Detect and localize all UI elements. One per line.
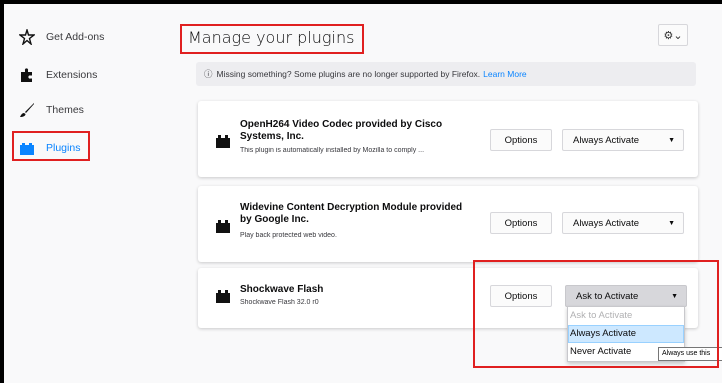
plugin-brick-icon bbox=[216, 135, 230, 148]
sidebar-item-extensions[interactable]: Extensions bbox=[18, 62, 97, 88]
sidebar-item-label: Extensions bbox=[46, 69, 98, 81]
activation-dropdown[interactable]: Always Activate ▼ bbox=[562, 212, 684, 234]
menu-item-ask-to-activate: Ask to Activate bbox=[570, 310, 633, 321]
sidebar-item-label: Plugins bbox=[46, 142, 81, 154]
sidebar-item-get-addons[interactable]: Get Add-ons bbox=[18, 24, 104, 50]
plugin-brick-icon bbox=[18, 139, 36, 157]
plugin-description: Shockwave Flash 32.0 r0 bbox=[240, 299, 319, 306]
activation-dropdown[interactable]: Always Activate ▼ bbox=[562, 129, 684, 151]
plugin-description: This plugin is automatically installed b… bbox=[240, 147, 425, 154]
tools-menu-button[interactable]: ⚙⌄ bbox=[658, 24, 688, 46]
plugin-name: Shockwave Flash bbox=[240, 284, 324, 295]
brush-icon bbox=[18, 101, 36, 119]
notice-text: Missing something? Some plugins are no l… bbox=[216, 69, 481, 79]
sidebar-item-label: Get Add-ons bbox=[46, 31, 105, 43]
dropdown-label: Ask to Activate bbox=[576, 290, 639, 302]
chevron-down-icon: ▼ bbox=[668, 137, 675, 144]
chevron-down-icon: ▼ bbox=[671, 293, 678, 300]
activation-dropdown[interactable]: Ask to Activate ▼ bbox=[565, 285, 687, 307]
dropdown-label: Always Activate bbox=[573, 134, 639, 146]
options-button[interactable]: Options bbox=[490, 212, 552, 234]
plugin-description: Play back protected web video. bbox=[240, 232, 337, 239]
options-button[interactable]: Options bbox=[490, 129, 552, 151]
options-button[interactable]: Options bbox=[490, 285, 552, 307]
plugin-card-widevine: Widevine Content Decryption Module provi… bbox=[198, 186, 698, 262]
sidebar: Get Add-ons Extensions Themes Plugins bbox=[4, 4, 168, 383]
dropdown-label: Always Activate bbox=[573, 217, 639, 229]
plugin-name: OpenH264 Video Codec provided by Cisco S… bbox=[240, 119, 443, 142]
page-title: Manage your plugins bbox=[188, 28, 355, 47]
plugin-card-openh264: OpenH264 Video Codec provided by Cisco S… bbox=[198, 101, 698, 177]
plugin-brick-icon bbox=[216, 290, 230, 303]
plugin-name: Widevine Content Decryption Module provi… bbox=[240, 202, 463, 225]
puzzle-star-icon bbox=[18, 28, 36, 46]
menu-item-always-activate[interactable]: Always Activate bbox=[568, 325, 684, 343]
tooltip: Always use this bbox=[658, 347, 722, 361]
sidebar-item-plugins[interactable]: Plugins bbox=[18, 135, 80, 161]
main-content: Manage your plugins ⚙⌄ ⓘ Missing somethi… bbox=[168, 4, 722, 383]
puzzle-piece-icon bbox=[18, 66, 36, 84]
sidebar-item-themes[interactable]: Themes bbox=[18, 97, 84, 123]
info-icon: ⓘ bbox=[204, 69, 213, 79]
missing-plugins-notice: ⓘ Missing something? Some plugins are no… bbox=[196, 62, 696, 86]
sidebar-item-label: Themes bbox=[46, 104, 84, 116]
gear-icon: ⚙⌄ bbox=[663, 29, 683, 42]
plugin-brick-icon bbox=[216, 220, 230, 233]
addons-manager-window: Get Add-ons Extensions Themes Plugins Ma… bbox=[4, 4, 722, 383]
learn-more-link[interactable]: Learn More bbox=[483, 69, 526, 79]
chevron-down-icon: ▼ bbox=[668, 220, 675, 227]
